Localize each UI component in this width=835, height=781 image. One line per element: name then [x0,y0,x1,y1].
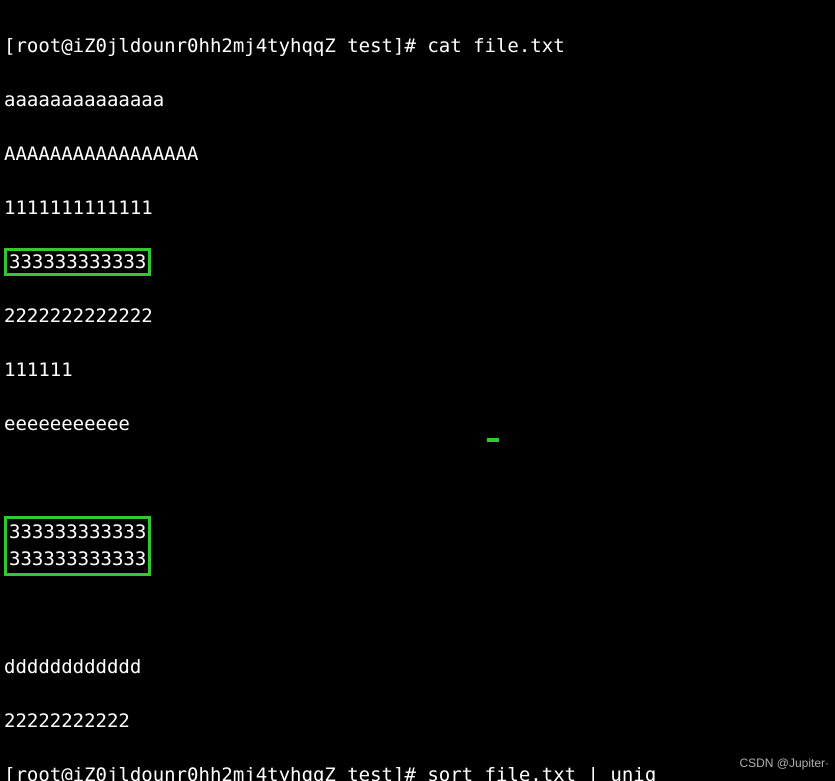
output-line: 2222222222222 [4,303,831,330]
output-line-highlighted: 333333333333 [4,249,831,276]
output-line: aaaaaaaaaaaaaa [4,87,831,114]
prompt-dir: test [347,35,393,57]
output-line: 1111111111111 [4,195,831,222]
prompt-user: root [15,35,61,57]
output-line: dddddddddddd [4,654,831,681]
terminal[interactable]: [root@iZ0jldounr0hh2mj4tyhqqZ test]# cat… [0,0,835,781]
cursor-icon [487,438,499,442]
prompt-symbol: # [404,764,415,781]
output-line: eeeeeeeeeee [4,411,831,438]
prompt-line-1: [root@iZ0jldounr0hh2mj4tyhqqZ test]# cat… [4,33,831,60]
output-line-highlighted-group: 333333333333 333333333333 [4,519,831,573]
command-2: sort file.txt | uniq [427,764,656,781]
prompt-dir: test [347,764,393,781]
command-1: cat file.txt [427,35,564,57]
hl-line: 333333333333 [9,521,146,543]
prompt-user: root [15,764,61,781]
watermark: CSDN @Jupiter· [739,750,829,777]
prompt-line-2: [root@iZ0jldounr0hh2mj4tyhqqZ test]# sor… [4,762,831,781]
prompt-host: iZ0jldounr0hh2mj4tyhqqZ [73,35,336,57]
highlight-box: 333333333333 333333333333 [4,516,151,576]
output-line-empty [4,600,831,627]
output-line-empty [4,465,831,492]
prompt-host: iZ0jldounr0hh2mj4tyhqqZ [73,764,336,781]
output-line: 111111 [4,357,831,384]
hl-line: 333333333333 [9,548,146,570]
prompt-symbol: # [404,35,415,57]
output-line: AAAAAAAAAAAAAAAAA [4,141,831,168]
output-line: 22222222222 [4,708,831,735]
highlight-box: 333333333333 [4,248,151,276]
